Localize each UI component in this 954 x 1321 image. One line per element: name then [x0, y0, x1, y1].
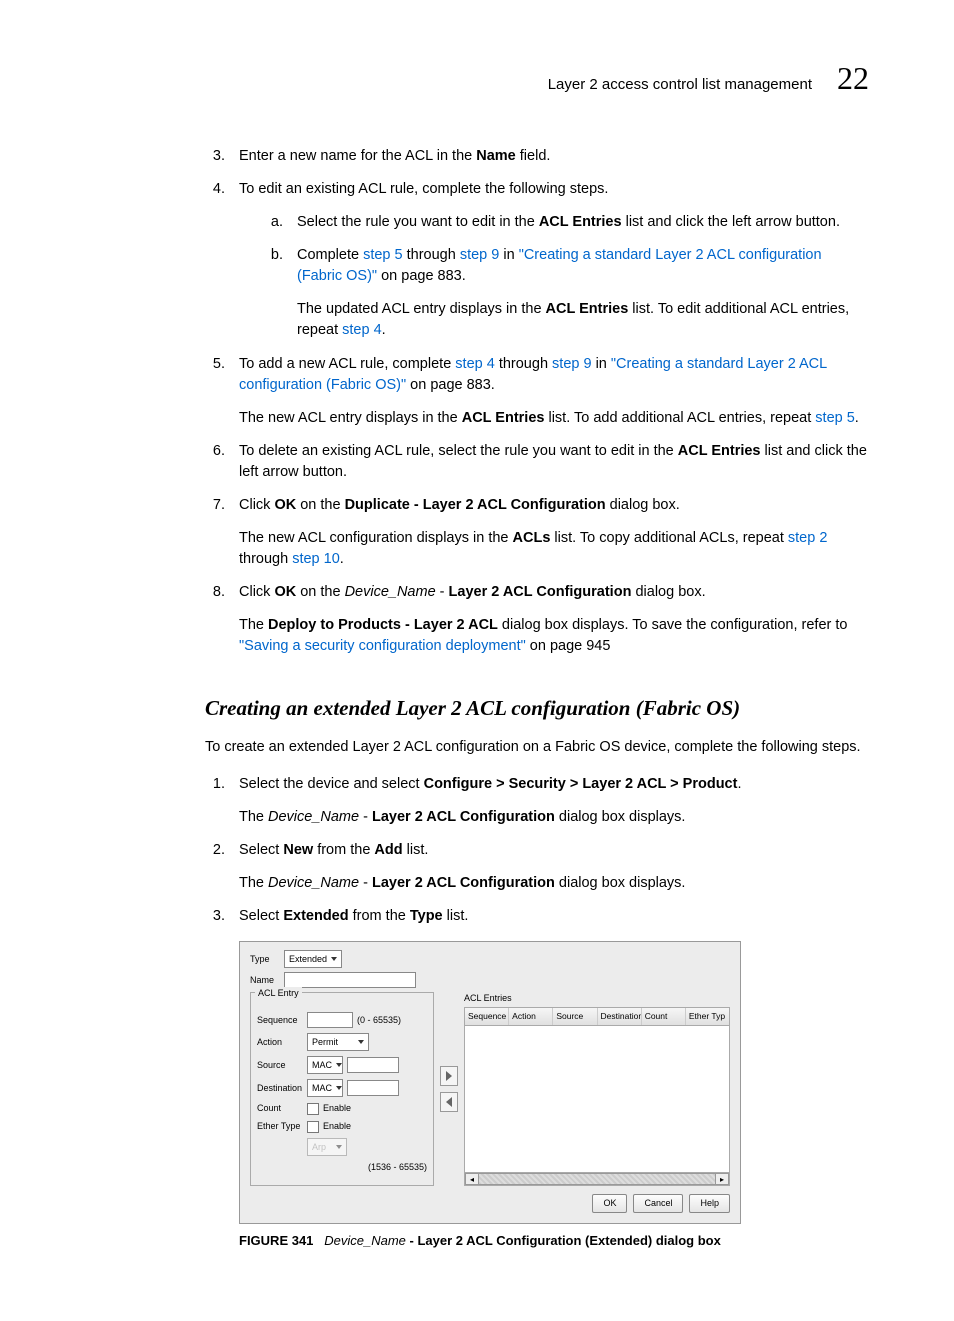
step-4-marker: 4.	[205, 179, 225, 341]
col-sequence[interactable]: Sequence	[465, 1008, 509, 1024]
step-7-follow: The new ACL configuration displays in th…	[239, 528, 869, 570]
acl-entries-table[interactable]: Sequence Action Source Destination Count…	[464, 1007, 730, 1186]
destination-input[interactable]	[347, 1080, 399, 1096]
ethertype-select: Arp	[307, 1138, 347, 1156]
sequence-hint: (0 - 65535)	[357, 1014, 401, 1027]
step-7-text: Click OK on the Duplicate - Layer 2 ACL …	[239, 495, 869, 570]
sec2-step-2-text: Select New from the Add list. The Device…	[239, 840, 869, 894]
step-8-follow: The Deploy to Products - Layer 2 ACL dia…	[239, 615, 869, 657]
sequence-label: Sequence	[257, 1014, 303, 1027]
source-input[interactable]	[347, 1057, 399, 1073]
step-5-follow: The new ACL entry displays in the ACL En…	[239, 408, 869, 429]
sec2-step-1-marker: 1.	[205, 774, 225, 828]
caret-down-icon	[358, 1040, 364, 1044]
link-step5[interactable]: step 5	[363, 247, 403, 263]
chevron-right-icon	[445, 1071, 453, 1081]
step-4b-follow: The updated ACL entry displays in the AC…	[297, 299, 869, 341]
count-enable-label: Enable	[323, 1102, 351, 1115]
caret-down-icon	[336, 1063, 342, 1067]
action-select[interactable]: Permit	[307, 1033, 369, 1051]
source-label: Source	[257, 1059, 303, 1072]
step-3-text: Enter a new name for the ACL in the Name…	[239, 146, 869, 167]
col-count[interactable]: Count	[642, 1008, 686, 1024]
step-7-marker: 7.	[205, 495, 225, 570]
col-ethertype[interactable]: Ether Typ	[686, 1008, 729, 1024]
link-step10[interactable]: step 10	[292, 551, 340, 567]
link-step2[interactable]: step 2	[788, 530, 828, 546]
count-label: Count	[257, 1102, 303, 1115]
source-select[interactable]: MAC	[307, 1056, 343, 1074]
sec2-step-1-text: Select the device and select Configure >…	[239, 774, 869, 828]
running-header-title: Layer 2 access control list management	[548, 74, 812, 96]
destination-select[interactable]: MAC	[307, 1079, 343, 1097]
help-button[interactable]: Help	[689, 1194, 730, 1213]
step-5-text: To add a new ACL rule, complete step 4 t…	[239, 354, 869, 429]
step-4b-marker: b.	[267, 245, 283, 341]
link-step4-b[interactable]: step 4	[455, 356, 495, 372]
acl-entry-panel: ACL Entry Sequence (0 - 65535) Action Pe…	[250, 992, 434, 1186]
sequence-input[interactable]	[307, 1012, 353, 1028]
step-4b-text: Complete step 5 through step 9 in "Creat…	[297, 245, 869, 341]
acl-entry-title: ACL Entry	[255, 987, 302, 1000]
step-4a-marker: a.	[267, 212, 283, 233]
ethertype-hint: (1536 - 65535)	[368, 1161, 427, 1174]
section-heading-extended-l2-acl: Creating an extended Layer 2 ACL configu…	[205, 693, 869, 723]
step-3-marker: 3.	[205, 146, 225, 167]
ethertype-checkbox[interactable]	[307, 1121, 319, 1133]
link-step5-b[interactable]: step 5	[815, 410, 855, 426]
step-8-text: Click OK on the Device_Name - Layer 2 AC…	[239, 582, 869, 657]
ethertype-label: Ether Type	[257, 1120, 303, 1133]
sec2-step-3-text: Select Extended from the Type list.	[239, 906, 869, 927]
link-step9[interactable]: step 9	[460, 247, 500, 263]
type-select[interactable]: Extended	[284, 950, 342, 968]
link-saving-security-config[interactable]: "Saving a security configuration deploym…	[239, 638, 526, 654]
figure-caption: FIGURE 341 Device_Name - Layer 2 ACL Con…	[239, 1232, 869, 1251]
step-4-text: To edit an existing ACL rule, complete t…	[239, 179, 869, 200]
step-4a-text: Select the rule you want to edit in the …	[297, 212, 869, 233]
step-8-marker: 8.	[205, 582, 225, 657]
acl-entries-title: ACL Entries	[464, 992, 730, 1005]
step-6-marker: 6.	[205, 441, 225, 483]
count-checkbox[interactable]	[307, 1103, 319, 1115]
ok-button[interactable]: OK	[592, 1194, 627, 1213]
name-label: Name	[250, 974, 280, 987]
sec2-step-3-marker: 3.	[205, 906, 225, 927]
chevron-left-icon	[445, 1097, 453, 1107]
name-input[interactable]	[284, 972, 416, 988]
sec2-step-2-marker: 2.	[205, 840, 225, 894]
link-step9-b[interactable]: step 9	[552, 356, 592, 372]
step-6-text: To delete an existing ACL rule, select t…	[239, 441, 869, 483]
chapter-number: 22	[837, 55, 869, 101]
col-source[interactable]: Source	[553, 1008, 597, 1024]
ethertype-enable-label: Enable	[323, 1120, 351, 1133]
horizontal-scrollbar[interactable]: ◂ ▸	[465, 1172, 729, 1185]
caret-down-icon	[331, 957, 337, 961]
col-destination[interactable]: Destination	[598, 1008, 642, 1024]
add-arrow-button[interactable]	[440, 1066, 458, 1086]
dialog-l2-acl-extended: Type Extended Name ACL Entry Sequence	[239, 941, 741, 1224]
scroll-right-button[interactable]: ▸	[715, 1173, 729, 1185]
action-label: Action	[257, 1036, 303, 1049]
scroll-left-button[interactable]: ◂	[465, 1173, 479, 1185]
destination-label: Destination	[257, 1082, 303, 1095]
caret-down-icon	[336, 1086, 342, 1090]
section-intro: To create an extended Layer 2 ACL config…	[205, 737, 869, 758]
remove-arrow-button[interactable]	[440, 1092, 458, 1112]
type-label: Type	[250, 953, 280, 966]
step-5-marker: 5.	[205, 354, 225, 429]
caret-down-icon	[336, 1145, 342, 1149]
col-action[interactable]: Action	[509, 1008, 553, 1024]
cancel-button[interactable]: Cancel	[633, 1194, 683, 1213]
link-step4[interactable]: step 4	[342, 322, 382, 338]
